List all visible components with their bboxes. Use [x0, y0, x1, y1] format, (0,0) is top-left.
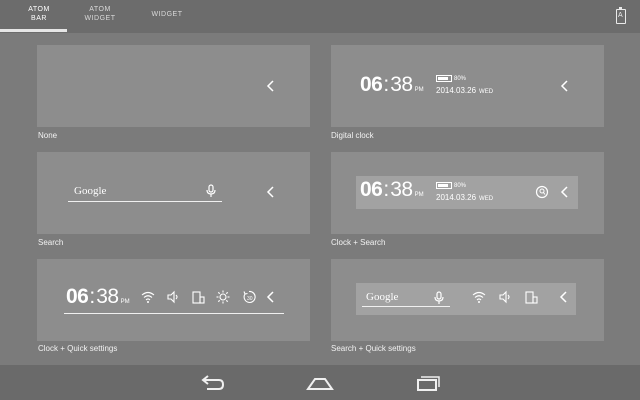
quick-settings-underline [64, 313, 284, 314]
wifi-icon [141, 290, 155, 304]
clock-ampm: PM [414, 192, 424, 198]
mic-icon [204, 184, 218, 198]
caption-search-quick-settings: Search + Quick settings [331, 344, 416, 353]
caption-search: Search [38, 238, 64, 247]
battery-icon [436, 182, 452, 190]
search-icon [535, 185, 549, 199]
volume-icon [498, 290, 512, 304]
chevron-left-icon [560, 185, 570, 199]
option-card-clock-search[interactable]: 06 : 38 PM 80% 2014.03.26 WED [331, 152, 604, 234]
clock-minute: 38 [390, 73, 413, 96]
clock-ampm: PM [414, 87, 424, 93]
search-underline [362, 306, 450, 307]
option-card-none[interactable] [37, 45, 310, 127]
clock-date: 2014.03.26 [436, 86, 477, 95]
back-icon[interactable] [199, 374, 225, 397]
tab-label-line1: ATOM [28, 6, 50, 13]
sync-icon: 30 [242, 290, 256, 304]
caption-none: None [38, 131, 58, 140]
tab-label-line2: BAR [31, 15, 47, 22]
clock-hour: 06 [66, 285, 89, 308]
clock-date-block: 80% 2014.03.26 WED [436, 74, 493, 95]
clock-time: 06 : 38 PM [66, 285, 130, 308]
tab-atom-widget[interactable]: ATOM WIDGET [82, 5, 118, 31]
battery-percent: 80% [454, 75, 467, 82]
home-icon[interactable] [306, 374, 334, 397]
clock-date: 2014.03.26 [436, 193, 477, 202]
option-card-clock-quick-settings[interactable]: 06 : 38 PM 30 [37, 259, 310, 341]
chevron-left-icon [266, 79, 276, 93]
tab-label-line2: WIDGET [84, 15, 116, 22]
rotation-icon [191, 290, 205, 304]
clock-minute: 38 [96, 285, 119, 308]
clock-time: 06 : 38 PM [360, 178, 424, 201]
chevron-left-icon [560, 79, 570, 93]
recents-icon[interactable] [416, 374, 440, 397]
battery-percent: 80% [454, 182, 467, 189]
svg-text:30: 30 [247, 296, 253, 302]
active-tab-indicator [0, 29, 67, 32]
system-navigation-bar [0, 365, 640, 400]
chevron-left-icon [559, 290, 569, 304]
brightness-icon [216, 290, 230, 304]
wifi-icon [472, 290, 486, 304]
clock-time: 06 : 38 PM [360, 73, 424, 96]
chevron-left-icon [266, 185, 276, 199]
chevron-left-icon [266, 290, 276, 304]
clock-hour: 06 [360, 73, 383, 96]
clock-date-block: 80% 2014.03.26 WED [436, 181, 493, 202]
clock-weekday: WED [479, 89, 494, 95]
tab-label-line1: ATOM [89, 6, 111, 13]
caption-clock-quick-settings: Clock + Quick settings [38, 344, 118, 353]
caption-digital-clock: Digital clock [331, 131, 374, 140]
tab-label-line1: WIDGET [151, 11, 183, 18]
search-brand: Google [366, 291, 399, 303]
caption-clock-search: Clock + Search [331, 238, 386, 247]
tab-atom-bar[interactable]: ATOM BAR [22, 5, 56, 31]
mic-icon [432, 291, 446, 305]
search-underline [68, 201, 222, 202]
search-brand: Google [74, 185, 107, 197]
option-card-search[interactable]: Google [37, 152, 310, 234]
clock-minute: 38 [390, 178, 413, 201]
option-card-digital-clock[interactable]: 06 : 38 PM 80% 2014.03.26 WED [331, 45, 604, 127]
store-icon-letter: A [618, 12, 623, 19]
clock-ampm: PM [120, 299, 130, 305]
tab-widget[interactable]: WIDGET [147, 10, 187, 36]
top-bar: ATOM BAR ATOM WIDGET WIDGET A [0, 0, 640, 33]
clock-weekday: WED [479, 196, 494, 202]
option-card-search-quick-settings[interactable]: Google [331, 259, 604, 341]
rotation-icon [524, 290, 538, 304]
volume-icon [166, 290, 180, 304]
battery-icon [436, 75, 452, 83]
store-icon[interactable]: A [616, 7, 626, 24]
clock-hour: 06 [360, 178, 383, 201]
